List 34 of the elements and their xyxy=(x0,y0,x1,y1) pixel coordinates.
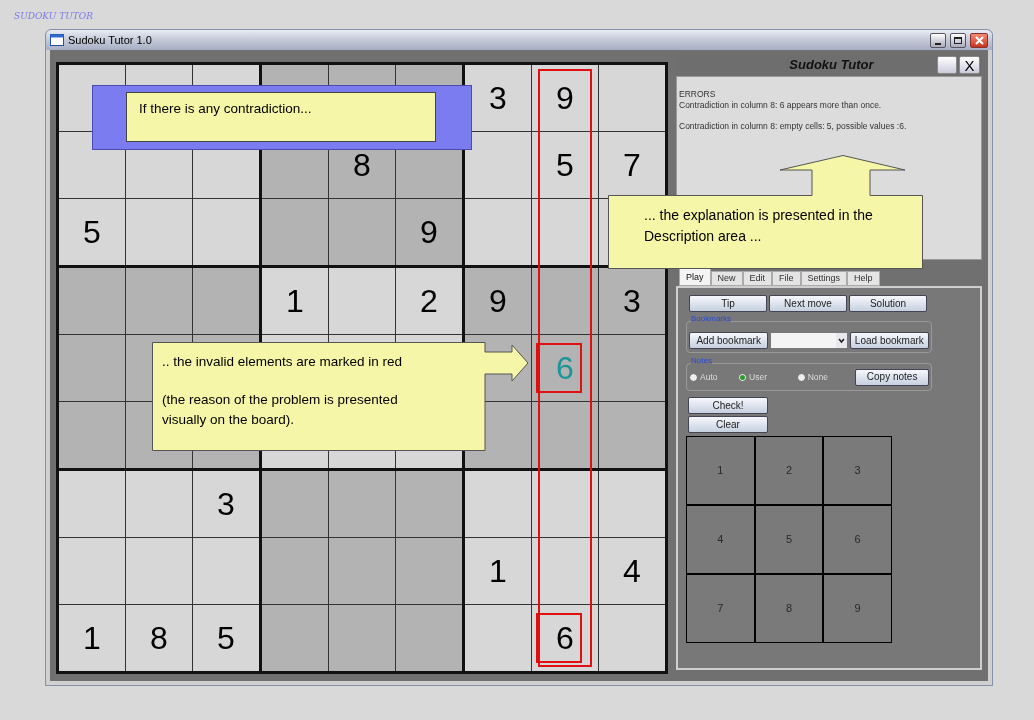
description-text: Contradiction in column 8: 6 appears more than once. xyxy=(679,100,883,111)
cell-digit: 8 xyxy=(353,149,371,181)
cell-digit: 9 xyxy=(420,216,438,248)
description-title: Sudoku Tutor xyxy=(788,56,875,75)
video-title: SUDOKU TUTOR xyxy=(14,10,93,23)
radio-label: None xyxy=(807,370,828,384)
cell-digit: 5 xyxy=(217,622,235,654)
group-label: Notes xyxy=(691,357,712,365)
cell-digit: 3 xyxy=(489,82,507,114)
cell-digit: 3 xyxy=(623,285,641,317)
cell-digit: 5 xyxy=(556,149,574,181)
group-label: Bookmarks xyxy=(691,315,731,323)
callout-text: .. the invalid elements are marked in red xyxy=(162,353,404,371)
cell-digit: 4 xyxy=(623,555,641,587)
cell-digit: 2 xyxy=(420,285,438,317)
callout-text: ... the explanation is presented in the Description area ... xyxy=(644,206,874,246)
radio-label: User xyxy=(749,370,768,384)
callout-text: (the reason of the problem is presented visually on the board). xyxy=(162,391,399,429)
cell-digit: 9 xyxy=(556,82,574,114)
cell-digit: 7 xyxy=(623,149,641,181)
cell-digit: 1 xyxy=(83,622,101,654)
cell-digit: 9 xyxy=(489,285,507,317)
cell-digit: 6 xyxy=(556,352,574,384)
cell-digit: 6 xyxy=(556,622,574,654)
cell-digit: 3 xyxy=(217,488,235,520)
radio-label: Auto xyxy=(700,370,718,384)
callout-text: If there is any contradiction... xyxy=(139,100,313,118)
description-text: Contradiction in column 8: empty cells: 5, possible values :6. xyxy=(679,121,908,132)
cell-digit: 1 xyxy=(489,555,507,587)
window-title: Sudoku Tutor 1.0 xyxy=(68,32,153,48)
cell-digit: 5 xyxy=(83,216,101,248)
description-text: ERRORS xyxy=(679,89,717,100)
cell-digit: 1 xyxy=(286,285,304,317)
cell-digit: 8 xyxy=(150,622,168,654)
